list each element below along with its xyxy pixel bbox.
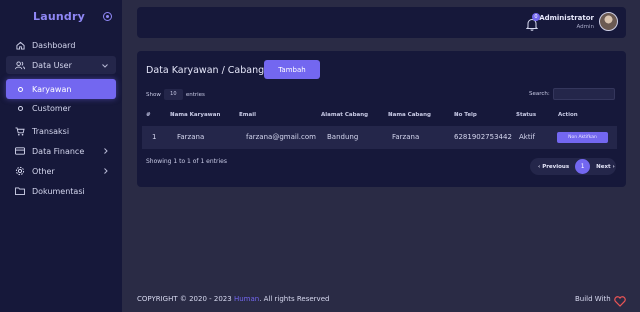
sort-icon: ⇕ bbox=[321, 112, 326, 118]
page-title: Data Karyawan / Cabang bbox=[146, 65, 265, 76]
sort-icon: ⇕ bbox=[170, 112, 175, 118]
sidebar-item-label: Other bbox=[32, 166, 55, 176]
column-header-email[interactable]: ⇕ Email bbox=[239, 109, 256, 121]
sidebar-item-label: Dashboard bbox=[32, 40, 76, 50]
sidebar: Laundry Dashboard Data User Karyawan Cus… bbox=[0, 0, 122, 312]
user-name[interactable]: Administrator bbox=[539, 14, 594, 22]
previous-page-button[interactable]: ‹ Previous bbox=[538, 164, 569, 170]
home-icon bbox=[12, 41, 28, 50]
sidebar-item-customer[interactable]: Customer bbox=[6, 99, 116, 117]
sidebar-item-karyawan[interactable]: Karyawan bbox=[6, 79, 116, 99]
heart-icon bbox=[614, 292, 626, 307]
data-karyawan-card: Data Karyawan / Cabang Tambah Show 10 en… bbox=[137, 51, 626, 187]
sidebar-item-label: Customer bbox=[32, 103, 71, 113]
chevron-right-icon bbox=[104, 147, 108, 156]
sidebar-item-label: Data User bbox=[32, 60, 72, 70]
avatar[interactable] bbox=[599, 12, 618, 31]
sort-icon: ⇕ bbox=[516, 112, 521, 118]
cell-nama-cabang: Farzana bbox=[392, 133, 420, 141]
cell-no-telp: 6281902753442 bbox=[454, 133, 512, 141]
sidebar-item-label: Dokumentasi bbox=[32, 186, 85, 196]
cell-nama-karyawan: Farzana bbox=[177, 133, 205, 141]
table-row: 1 Farzana farzana@gmail.com Bandung Farz… bbox=[142, 126, 617, 149]
column-header-nama-cabang[interactable]: ⇕ Nama Cabang bbox=[388, 109, 431, 121]
non-aktifkan-button[interactable]: Non Aktifkan bbox=[557, 132, 608, 143]
cart-icon bbox=[12, 126, 28, 136]
table-header: ⇕ # ⇕ Nama Karyawan ⇕ Email ⇕ Alamat Cabang … bbox=[144, 109, 617, 121]
gear-icon bbox=[12, 166, 28, 176]
cell-status: Aktif bbox=[519, 133, 535, 141]
entries-label: entries bbox=[185, 91, 205, 98]
sidebar-item-label: Data Finance bbox=[32, 146, 85, 156]
sidebar-toggle-icon[interactable] bbox=[103, 12, 112, 21]
next-page-button[interactable]: Next › bbox=[596, 164, 615, 170]
sidebar-item-data-finance[interactable]: Data Finance bbox=[6, 142, 116, 160]
footer-copyright: COPYRIGHT © 2020 - 2023 Human. All right… bbox=[137, 295, 330, 303]
search-label: Search: bbox=[529, 91, 550, 97]
footer-build-with: Build With bbox=[575, 295, 611, 303]
sort-icon: ⇕ bbox=[388, 112, 393, 118]
column-header-nama-karyawan[interactable]: ⇕ Nama Karyawan bbox=[170, 109, 220, 121]
sidebar-item-other[interactable]: Other bbox=[6, 162, 116, 180]
folder-icon bbox=[12, 187, 28, 195]
sort-icon: ⇕ bbox=[146, 112, 151, 118]
brand-logo[interactable]: Laundry bbox=[33, 10, 85, 23]
chevron-right-icon bbox=[104, 167, 108, 176]
sidebar-item-dashboard[interactable]: Dashboard bbox=[6, 36, 116, 54]
entries-length-control: Show 10 entries bbox=[146, 89, 205, 100]
pagination: ‹ Previous 1 Next › bbox=[530, 158, 616, 175]
column-header-no-telp[interactable]: ⇕ No Telp bbox=[454, 109, 477, 121]
table-info: Showing 1 to 1 of 1 entries bbox=[146, 158, 227, 165]
chevron-down-icon bbox=[102, 61, 108, 70]
show-label: Show bbox=[146, 91, 161, 98]
sidebar-item-dokumentasi[interactable]: Dokumentasi bbox=[6, 182, 116, 200]
search-input[interactable] bbox=[553, 88, 615, 100]
sidebar-item-label: Transaksi bbox=[32, 126, 70, 136]
column-header-action: Action bbox=[558, 112, 578, 118]
cell-alamat-cabang: Bandung bbox=[327, 133, 359, 141]
top-navbar: 0 Administrator Admin bbox=[137, 7, 626, 38]
cell-email: farzana@gmail.com bbox=[246, 133, 316, 141]
card-icon bbox=[12, 147, 28, 155]
sidebar-item-data-user[interactable]: Data User bbox=[6, 56, 116, 74]
cell-no: 1 bbox=[152, 133, 157, 141]
sidebar-item-label: Karyawan bbox=[32, 84, 72, 94]
column-header-status[interactable]: ⇕ Status bbox=[516, 109, 536, 121]
circle-icon bbox=[12, 86, 28, 92]
tambah-button[interactable]: Tambah bbox=[264, 60, 320, 79]
column-header-alamat-cabang[interactable]: ⇕ Alamat Cabang bbox=[321, 109, 368, 121]
column-header-no[interactable]: ⇕ # bbox=[146, 109, 151, 121]
sidebar-item-transaksi[interactable]: Transaksi bbox=[6, 122, 116, 140]
page-number-button[interactable]: 1 bbox=[575, 159, 591, 174]
sort-icon: ⇕ bbox=[454, 112, 459, 118]
user-role: Admin bbox=[576, 24, 594, 30]
sort-icon: ⇕ bbox=[239, 112, 244, 118]
users-icon bbox=[12, 60, 28, 70]
entries-select[interactable]: 10 bbox=[163, 89, 183, 100]
circle-icon bbox=[12, 105, 28, 111]
footer-brand-link[interactable]: Human bbox=[234, 295, 259, 303]
